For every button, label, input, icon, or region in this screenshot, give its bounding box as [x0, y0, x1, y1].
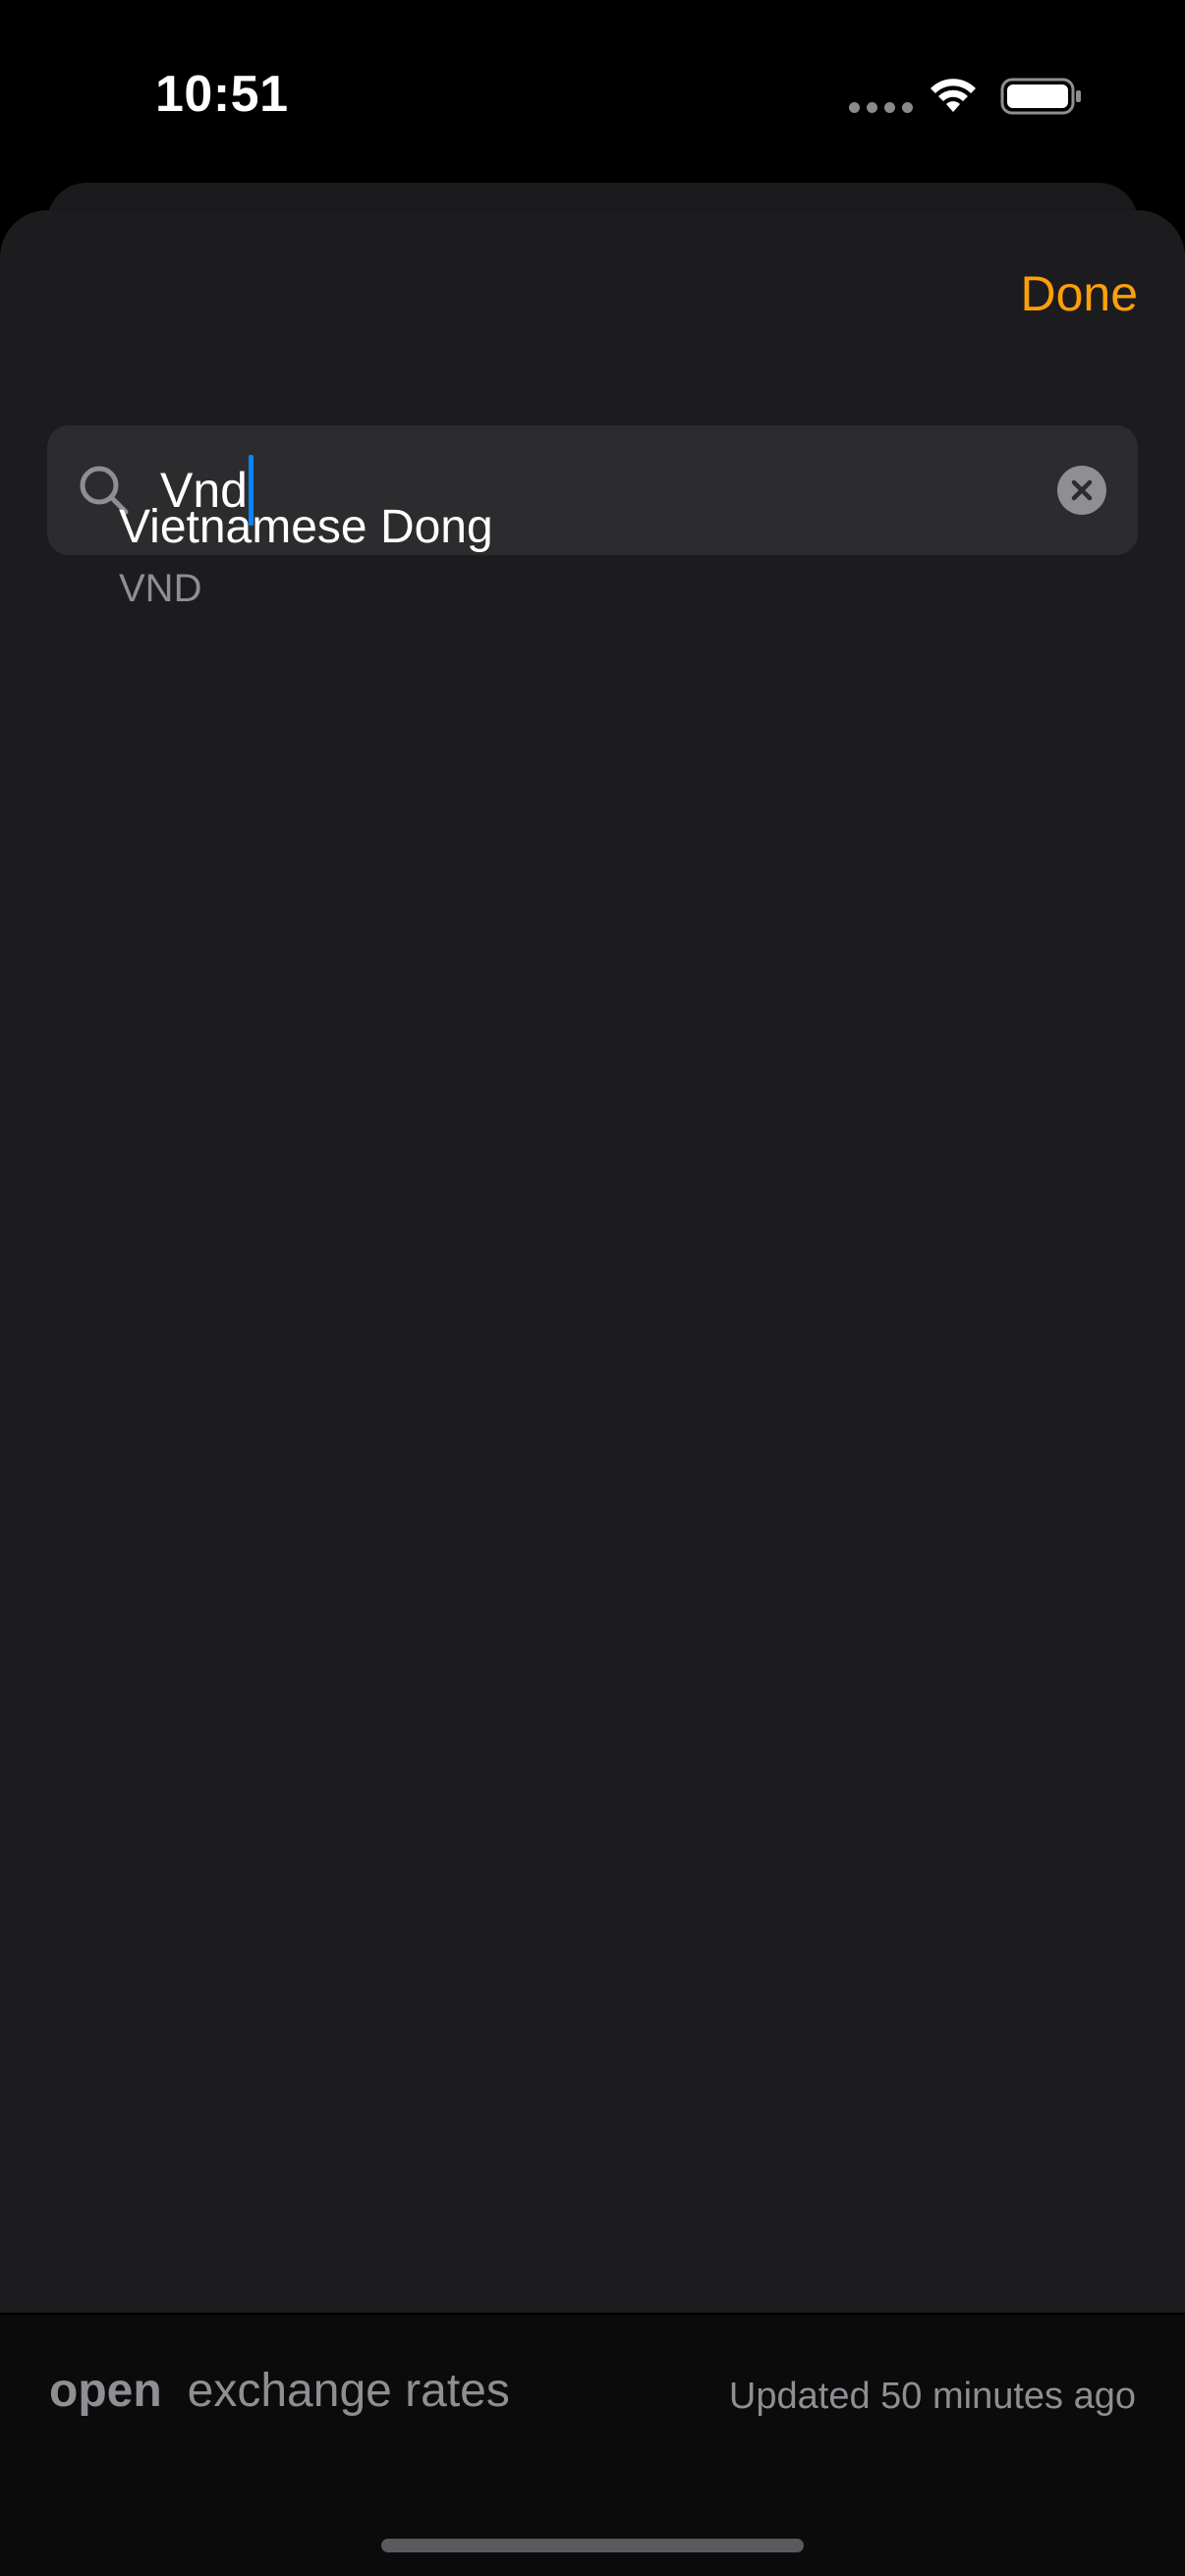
list-item[interactable]: Vietnamese Dong VND	[119, 496, 1003, 653]
home-indicator[interactable]	[381, 2539, 804, 2552]
brand-rest-text: exchange rates	[187, 2365, 510, 2417]
brand-logo[interactable]: open exchange rates	[49, 2364, 510, 2418]
currency-name: Vietnamese Dong	[119, 501, 493, 553]
cellular-signal-icon	[849, 102, 913, 113]
status-time: 10:51	[155, 66, 289, 123]
status-bar: 10:51	[0, 0, 1185, 177]
wifi-icon	[931, 79, 976, 112]
clear-icon[interactable]	[1057, 466, 1106, 515]
brand-open-text: open	[49, 2365, 162, 2417]
currency-code: VND	[119, 567, 202, 610]
footer: open exchange rates Updated 50 minutes a…	[0, 2315, 1185, 2576]
done-button[interactable]: Done	[1020, 265, 1138, 322]
battery-icon	[1000, 78, 1081, 115]
updated-timestamp: Updated 50 minutes ago	[728, 2376, 1136, 2417]
